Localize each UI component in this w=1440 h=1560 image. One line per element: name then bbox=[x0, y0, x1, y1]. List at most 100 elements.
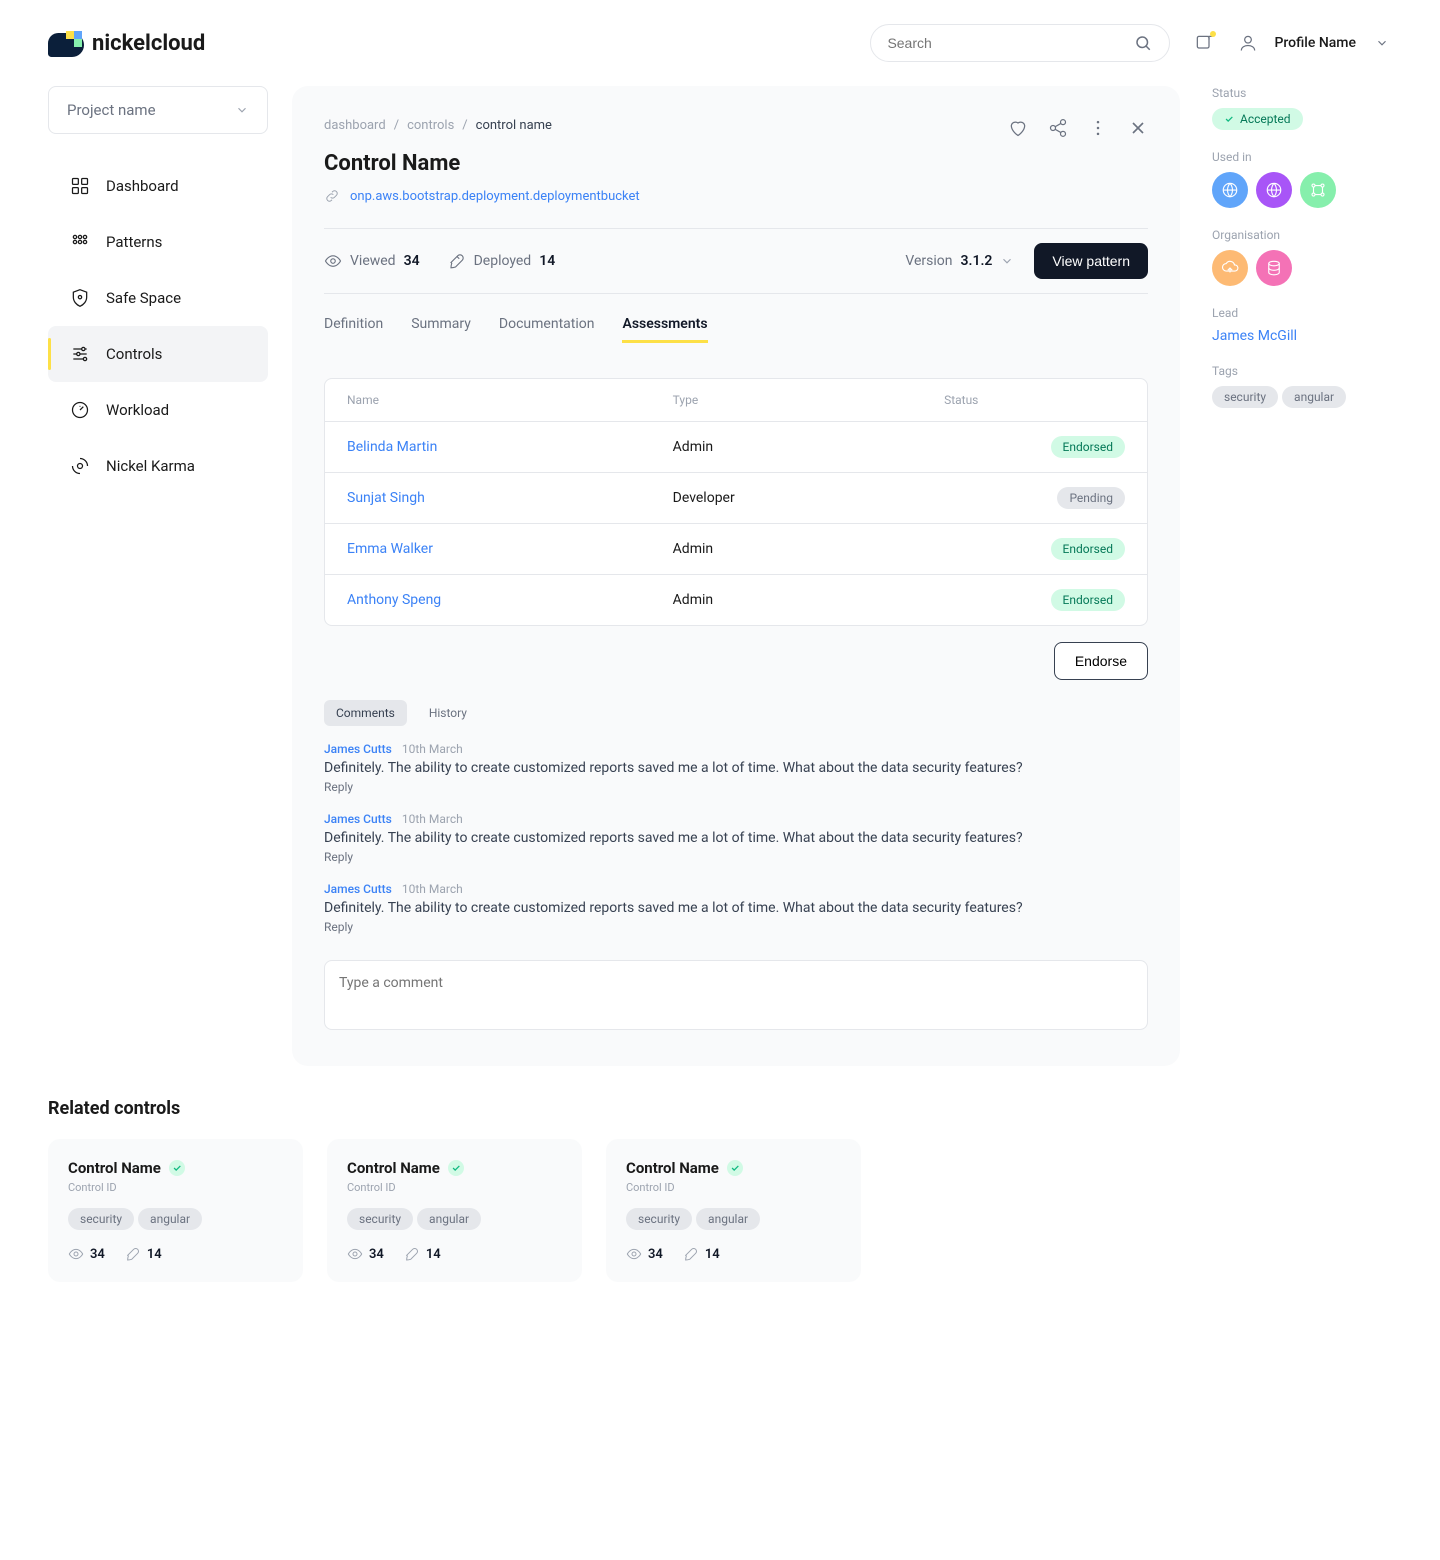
lead-label: Lead bbox=[1212, 306, 1392, 320]
usedin-icon[interactable] bbox=[1300, 172, 1336, 208]
status-badge: Accepted bbox=[1212, 108, 1303, 130]
sidebar-item-workload[interactable]: Workload bbox=[48, 382, 268, 438]
row-type: Developer bbox=[673, 490, 944, 506]
breadcrumb-dashboard[interactable]: dashboard bbox=[324, 118, 386, 133]
breadcrumb-controls[interactable]: controls bbox=[407, 118, 454, 133]
comment-body: Definitely. The ability to create custom… bbox=[324, 900, 1148, 916]
tab-assessments[interactable]: Assessments bbox=[622, 316, 707, 343]
related-card[interactable]: Control Name Control ID securityangular … bbox=[327, 1139, 582, 1282]
tag-pill[interactable]: angular bbox=[1282, 386, 1346, 408]
sidebar-item-dashboard[interactable]: Dashboard bbox=[48, 158, 268, 214]
reply-button[interactable]: Reply bbox=[324, 850, 1148, 864]
tag-pill[interactable]: angular bbox=[138, 1208, 202, 1230]
notification-icon[interactable] bbox=[1194, 33, 1214, 53]
related-card-title: Control Name bbox=[626, 1159, 841, 1177]
viewed-stat: Viewed 34 bbox=[324, 252, 420, 270]
table-row: Belinda Martin Admin Endorsed bbox=[325, 421, 1147, 472]
resource-link[interactable]: onp.aws.bootstrap.deployment.deploymentb… bbox=[350, 189, 640, 204]
views-stat: 34 bbox=[626, 1246, 663, 1262]
tags-label: Tags bbox=[1212, 364, 1392, 378]
comment-input[interactable] bbox=[324, 960, 1148, 1030]
view-pattern-button[interactable]: View pattern bbox=[1034, 243, 1148, 279]
project-selector[interactable]: Project name bbox=[48, 86, 268, 134]
comment-author[interactable]: James Cutts bbox=[324, 812, 392, 826]
profile-menu[interactable]: Profile Name bbox=[1238, 33, 1392, 53]
endorse-button[interactable]: Endorse bbox=[1054, 642, 1148, 680]
tag-pill[interactable]: security bbox=[1212, 386, 1278, 408]
deploys-stat: 14 bbox=[125, 1246, 162, 1262]
sidebar-item-controls[interactable]: Controls bbox=[48, 326, 268, 382]
sidebar-item-patterns[interactable]: Patterns bbox=[48, 214, 268, 270]
usedin-icon[interactable] bbox=[1212, 172, 1248, 208]
related-card[interactable]: Control Name Control ID securityangular … bbox=[606, 1139, 861, 1282]
lead-link[interactable]: James McGill bbox=[1212, 328, 1392, 344]
reply-button[interactable]: Reply bbox=[324, 780, 1148, 794]
row-type: Admin bbox=[673, 439, 944, 455]
comment-date: 10th March bbox=[402, 882, 463, 896]
sidebar-item-safespace[interactable]: Safe Space bbox=[48, 270, 268, 326]
related-card-title: Control Name bbox=[68, 1159, 283, 1177]
org-icon[interactable] bbox=[1212, 250, 1248, 286]
close-icon[interactable] bbox=[1128, 118, 1148, 138]
comment-date: 10th March bbox=[402, 812, 463, 826]
row-name[interactable]: Sunjat Singh bbox=[347, 490, 673, 506]
col-name: Name bbox=[347, 393, 673, 407]
heart-icon[interactable] bbox=[1008, 118, 1028, 138]
search-input[interactable] bbox=[887, 35, 1125, 51]
row-status: Endorsed bbox=[1051, 538, 1125, 560]
row-name[interactable]: Emma Walker bbox=[347, 541, 673, 557]
usedin-label: Used in bbox=[1212, 150, 1392, 164]
subtab-comments[interactable]: Comments bbox=[324, 700, 407, 726]
tab-summary[interactable]: Summary bbox=[411, 316, 471, 343]
related-title: Related controls bbox=[48, 1098, 1392, 1119]
tab-documentation[interactable]: Documentation bbox=[499, 316, 595, 343]
check-icon bbox=[169, 1160, 185, 1176]
tab-definition[interactable]: Definition bbox=[324, 316, 383, 343]
deployed-stat: Deployed 14 bbox=[448, 252, 556, 270]
search-box[interactable] bbox=[870, 24, 1170, 62]
row-status: Pending bbox=[1057, 487, 1125, 509]
comment: James Cutts 10th March Definitely. The a… bbox=[324, 742, 1148, 794]
row-name[interactable]: Belinda Martin bbox=[347, 439, 673, 455]
sidebar-item-nickelkarma[interactable]: Nickel Karma bbox=[48, 438, 268, 494]
tag-pill[interactable]: angular bbox=[417, 1208, 481, 1230]
table-row: Sunjat Singh Developer Pending bbox=[325, 472, 1147, 523]
row-type: Admin bbox=[673, 541, 944, 557]
brand-name: nickelcloud bbox=[92, 31, 205, 56]
brand-logo[interactable]: nickelcloud bbox=[48, 29, 205, 57]
karma-icon bbox=[70, 456, 90, 476]
status-label: Status bbox=[1212, 86, 1392, 100]
table-row: Anthony Speng Admin Endorsed bbox=[325, 574, 1147, 625]
org-label: Organisation bbox=[1212, 228, 1392, 242]
sidebar-item-label: Nickel Karma bbox=[106, 457, 195, 475]
related-card[interactable]: Control Name Control ID securityangular … bbox=[48, 1139, 303, 1282]
check-icon bbox=[448, 1160, 464, 1176]
tag-pill[interactable]: security bbox=[68, 1208, 134, 1230]
subtab-history[interactable]: History bbox=[417, 700, 479, 726]
search-icon[interactable] bbox=[1133, 33, 1153, 53]
deploys-stat: 14 bbox=[404, 1246, 441, 1262]
check-icon bbox=[727, 1160, 743, 1176]
comment-body: Definitely. The ability to create custom… bbox=[324, 830, 1148, 846]
usedin-icon[interactable] bbox=[1256, 172, 1292, 208]
table-row: Emma Walker Admin Endorsed bbox=[325, 523, 1147, 574]
tag-pill[interactable]: security bbox=[626, 1208, 692, 1230]
related-card-sub: Control ID bbox=[626, 1181, 841, 1194]
org-icon[interactable] bbox=[1256, 250, 1292, 286]
row-type: Admin bbox=[673, 592, 944, 608]
col-status: Status bbox=[944, 393, 1125, 407]
comment: James Cutts 10th March Definitely. The a… bbox=[324, 812, 1148, 864]
tag-pill[interactable]: angular bbox=[696, 1208, 760, 1230]
dashboard-icon bbox=[70, 176, 90, 196]
comment-author[interactable]: James Cutts bbox=[324, 882, 392, 896]
page-title: Control Name bbox=[324, 151, 1148, 176]
sidebar-item-label: Dashboard bbox=[106, 177, 179, 195]
more-icon[interactable] bbox=[1088, 118, 1108, 138]
related-card-sub: Control ID bbox=[68, 1181, 283, 1194]
row-name[interactable]: Anthony Speng bbox=[347, 592, 673, 608]
tag-pill[interactable]: security bbox=[347, 1208, 413, 1230]
share-icon[interactable] bbox=[1048, 118, 1068, 138]
version-selector[interactable]: Version 3.1.2 bbox=[905, 253, 1014, 269]
comment-author[interactable]: James Cutts bbox=[324, 742, 392, 756]
reply-button[interactable]: Reply bbox=[324, 920, 1148, 934]
